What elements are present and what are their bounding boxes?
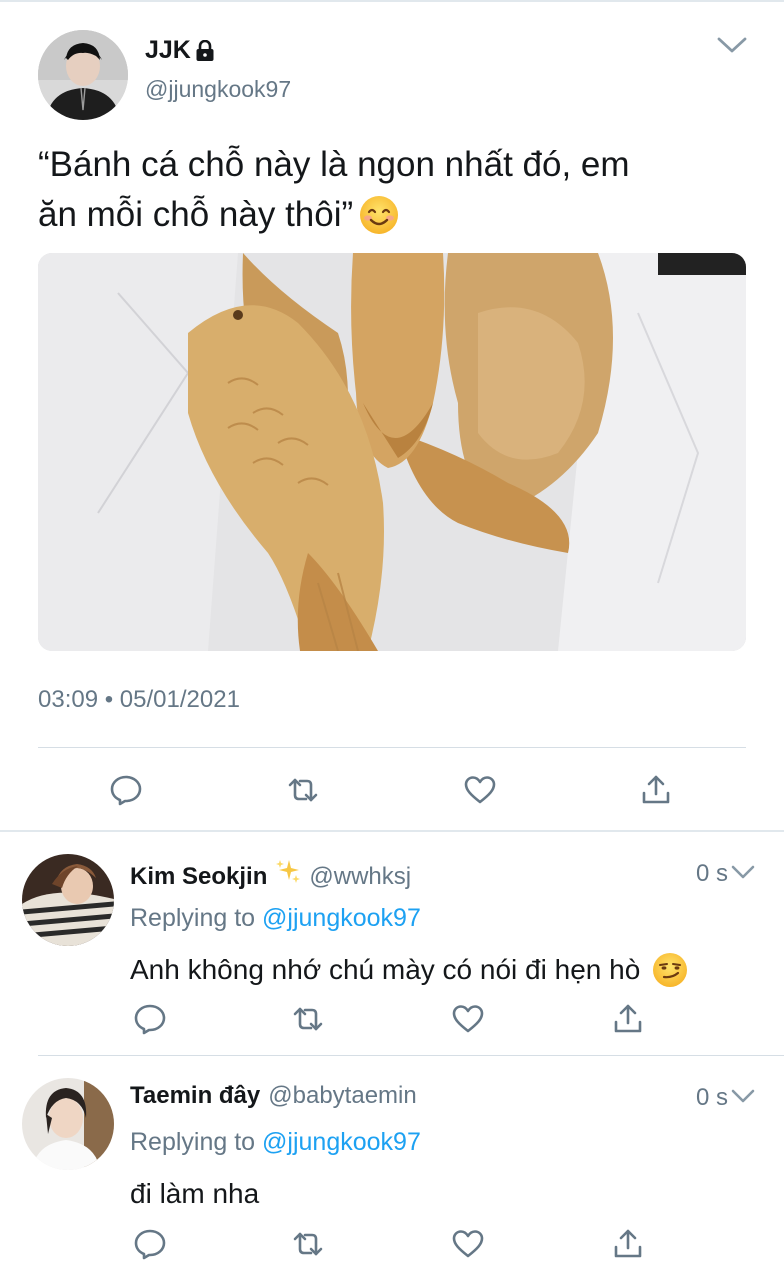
mention-link[interactable]: @jjungkook97 — [262, 1128, 421, 1156]
reply-icon[interactable] — [106, 770, 146, 810]
sparkles-icon — [275, 858, 301, 884]
replying-to: Replying to @jjungkook97 — [130, 1128, 421, 1157]
reply-text: đi làm nha — [130, 1178, 259, 1210]
main-tweet[interactable]: JJK @jjungkook97 “Bánh cá chỗ này là ngo… — [0, 0, 784, 832]
tweet-text: “Bánh cá chỗ này là ngon nhất đó, em ăn … — [38, 140, 748, 240]
tweet-text-line-1: “Bánh cá chỗ này là ngon nhất đó, em — [38, 145, 630, 184]
chevron-down-icon[interactable] — [730, 1086, 756, 1106]
mention-link[interactable]: @jjungkook97 — [262, 904, 421, 932]
retweet-icon[interactable] — [288, 999, 328, 1039]
reply-tweet[interactable]: Taemin đây @babytaemin 0 s Replying to @… — [0, 1056, 784, 1280]
reply-time: 0 s — [695, 1084, 728, 1111]
lock-icon — [195, 39, 215, 62]
display-name[interactable]: JJK — [145, 36, 191, 65]
reply-header: Kim Seokjin @wwhksj — [130, 858, 411, 891]
smiling-face-icon — [359, 195, 399, 235]
share-icon[interactable] — [636, 770, 676, 810]
reply-text: Anh không nhớ chú mày có nói đi hẹn hò — [130, 952, 688, 988]
avatar[interactable] — [38, 30, 128, 120]
display-name[interactable]: Kim Seokjin — [130, 863, 267, 891]
replying-prefix: Replying to — [130, 1128, 256, 1156]
handle[interactable]: @wwhksj — [309, 863, 411, 891]
tweet-photo[interactable] — [38, 253, 746, 651]
share-icon[interactable] — [608, 1224, 648, 1264]
reply-time: 0 s — [695, 860, 728, 887]
smirking-face-icon — [652, 952, 688, 988]
avatar-image — [22, 854, 114, 946]
retweet-icon[interactable] — [288, 1224, 328, 1264]
avatar-image — [22, 1078, 114, 1170]
like-icon[interactable] — [448, 1224, 488, 1264]
avatar-image — [38, 30, 128, 120]
tweet-timestamp[interactable]: 03:09 • 05/01/2021 — [38, 686, 240, 714]
reply-icon[interactable] — [130, 1224, 170, 1264]
like-icon[interactable] — [448, 999, 488, 1039]
share-icon[interactable] — [608, 999, 648, 1039]
chevron-down-icon[interactable] — [730, 862, 756, 882]
replying-prefix: Replying to — [130, 904, 256, 932]
display-name[interactable]: Taemin đây — [130, 1082, 260, 1110]
replying-to: Replying to @jjungkook97 — [130, 904, 421, 933]
tweet-text-line-2: ăn mỗi chỗ này thôi” — [38, 195, 354, 234]
pastry-photo — [38, 253, 746, 651]
reply-text-content: đi làm nha — [130, 1178, 260, 1209]
chevron-down-icon[interactable] — [716, 34, 748, 56]
reply-tweet[interactable]: Kim Seokjin @wwhksj 0 s Replying to @jju… — [0, 832, 784, 1055]
retweet-icon[interactable] — [283, 770, 323, 810]
avatar[interactable] — [22, 854, 114, 946]
name-row: JJK — [145, 36, 215, 65]
reply-text-content: Anh không nhớ chú mày có nói đi hẹn hò — [130, 954, 641, 985]
avatar[interactable] — [22, 1078, 114, 1170]
like-icon[interactable] — [460, 770, 500, 810]
reply-header: Taemin đây @babytaemin — [130, 1082, 417, 1110]
reply-icon[interactable] — [130, 999, 170, 1039]
handle[interactable]: @jjungkook97 — [145, 76, 291, 103]
handle[interactable]: @babytaemin — [268, 1082, 416, 1110]
divider — [38, 747, 746, 748]
